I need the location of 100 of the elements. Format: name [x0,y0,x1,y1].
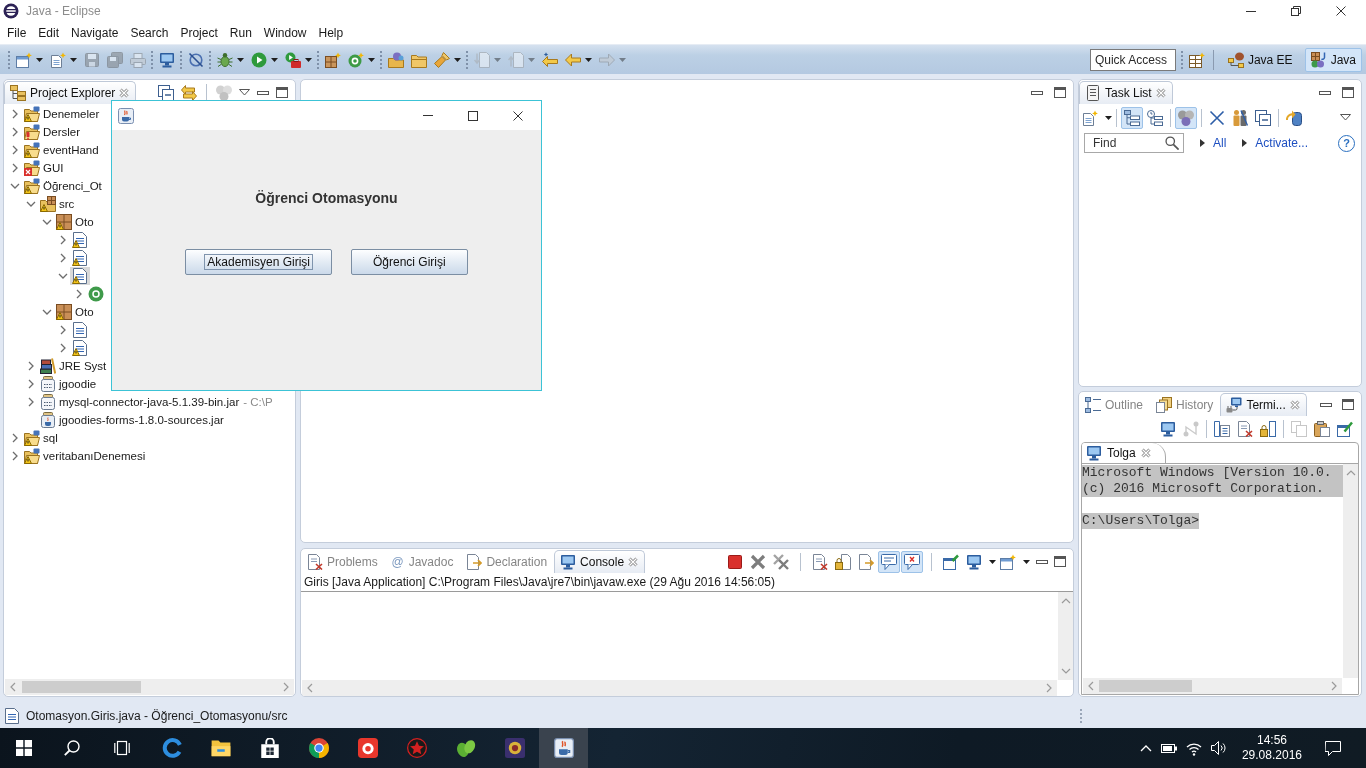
toolbar-button[interactable] [878,550,900,573]
clipboard-icon[interactable] [1314,421,1330,437]
tree-item[interactable]: veritabanıDenemesi [22,447,148,465]
menu-item[interactable]: Edit [32,24,66,42]
task-view-icon[interactable] [113,740,130,756]
chevron-right-icon[interactable] [60,343,66,353]
caret-icon[interactable] [36,57,43,62]
bug-icon[interactable] [217,51,233,68]
triangle-right-icon[interactable] [1200,139,1205,147]
caret-icon[interactable] [989,559,996,564]
view-menu-icon[interactable] [1340,114,1351,121]
caret-icon[interactable] [1105,115,1112,120]
taskbar-button[interactable] [539,728,588,768]
tab[interactable]: @ Javadoc [384,550,461,573]
tab[interactable]: Tolga [1082,443,1166,463]
chevron-down-icon[interactable] [26,201,36,207]
close-icon[interactable] [513,110,523,121]
maximize-icon[interactable] [1054,87,1066,98]
table-star-icon[interactable] [1188,51,1205,68]
caret-icon[interactable] [70,57,77,62]
chevron-right-icon[interactable] [60,235,66,245]
menu-item[interactable]: Navigate [65,24,125,42]
menu-item[interactable]: Run [223,24,258,42]
toolbar-button[interactable] [1121,106,1143,129]
chevron-right-icon[interactable] [28,361,34,371]
tree-item[interactable] [70,249,90,267]
tree-item[interactable]: Denemeler [22,105,102,123]
tree-item[interactable] [70,267,90,285]
caret-icon[interactable] [454,57,461,62]
crossed-circle-icon[interactable] [188,51,204,68]
view-menu-icon[interactable] [239,89,250,96]
chevron-right-icon[interactable] [12,127,18,137]
arrow-star-icon[interactable] [542,51,558,68]
tree-item[interactable]: jgoodie [38,375,99,393]
document-star-icon[interactable] [50,51,66,68]
tab[interactable]: Project Explorer [4,81,137,104]
tree-item[interactable]: src [38,195,77,213]
tab[interactable]: Task List [1079,81,1173,104]
maximize-icon[interactable] [276,87,288,98]
caret-icon[interactable] [368,57,375,62]
link[interactable]: Activate... [1255,136,1309,150]
menu-item[interactable]: Project [174,24,224,42]
play-icon[interactable] [251,51,267,68]
chevron-down-icon[interactable] [10,183,20,189]
tab[interactable]: Problems [301,550,385,573]
chevron-right-icon[interactable] [12,451,18,461]
speaker-icon[interactable] [1210,740,1227,756]
chevron-right-icon[interactable] [12,145,18,155]
restore-icon[interactable] [1291,6,1301,16]
tab[interactable]: Termi... [1220,393,1307,416]
dialog-button[interactable]: Öğrenci Girişi [351,249,468,275]
window-star-icon[interactable] [16,51,32,68]
tab[interactable]: History [1150,393,1221,416]
lock-columns-icon[interactable] [1260,421,1276,437]
chevron-down-icon[interactable] [42,219,52,225]
monitor-icon[interactable] [159,51,175,68]
link[interactable]: All [1213,136,1227,150]
notification-icon[interactable] [1325,740,1341,756]
caret-icon[interactable] [585,57,592,62]
minimize-icon[interactable] [1320,402,1332,407]
maximize-icon[interactable] [1342,87,1354,98]
battery-icon[interactable] [1160,741,1177,755]
minus-square-icon[interactable] [158,84,174,101]
tree-item[interactable] [86,285,106,303]
maximize-icon[interactable] [1054,556,1066,567]
tree-item[interactable] [70,339,90,357]
chevron-right-icon[interactable] [60,253,66,263]
document-cross-icon[interactable] [1237,421,1253,437]
monitor-icon[interactable] [1160,421,1176,437]
start-icon[interactable] [16,740,32,756]
chevron-right-icon[interactable] [28,379,34,389]
perspective-button[interactable]: Java EE [1221,47,1299,72]
menu-item[interactable]: File [1,24,33,42]
swap-arrows-icon[interactable] [181,84,197,101]
scrollbar[interactable] [1083,678,1342,694]
tree-item[interactable] [70,321,90,339]
scrollbar-thumb[interactable] [22,681,141,693]
minimize-icon[interactable] [1246,10,1256,12]
minimize-icon[interactable] [1319,90,1331,95]
tab[interactable]: Declaration [460,550,555,573]
scrollbar-thumb[interactable] [1099,680,1192,692]
tree-item[interactable]: mysql-connector-java-5.1.39-bin.jar - C:\P [38,393,275,411]
perspective-button[interactable]: Java [1304,47,1362,72]
minimize-icon[interactable] [257,90,269,95]
minimize-icon[interactable] [1036,559,1048,564]
chevron-down-icon[interactable] [58,273,68,279]
tree-item[interactable]: jgoodies-forms-1.8.0-sources.jar [38,411,226,429]
folder-sphere-icon[interactable] [388,51,404,68]
caret-icon[interactable] [237,57,244,62]
find-field[interactable]: Find [1084,133,1184,153]
search-icon[interactable] [64,740,80,756]
chevron-right-icon[interactable] [12,109,18,119]
caret-icon[interactable] [1023,559,1030,564]
chevron-right-icon[interactable] [76,289,82,299]
tree-item[interactable]: Oto [54,213,96,231]
maximize-icon[interactable] [468,110,478,121]
text-columns-icon[interactable] [1214,421,1230,437]
caret-icon[interactable] [305,57,312,62]
menu-item[interactable]: Help [312,24,350,42]
tree-item[interactable]: sql [22,429,60,447]
